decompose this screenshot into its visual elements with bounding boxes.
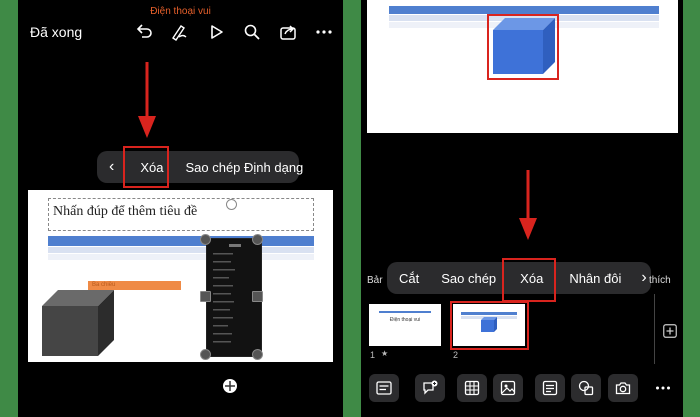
resize-handle[interactable] bbox=[200, 234, 211, 245]
done-button[interactable]: Đã xong bbox=[30, 24, 82, 40]
resize-handle[interactable] bbox=[252, 234, 263, 245]
resize-handle[interactable] bbox=[200, 349, 211, 360]
watermark: Điện thoại vui bbox=[150, 6, 211, 17]
red-arrow-icon bbox=[138, 62, 156, 138]
slide-thumbnail-1[interactable]: Điện thoại vui bbox=[369, 304, 441, 346]
orange-label: Ba chiều bbox=[88, 281, 181, 290]
cube-shape[interactable] bbox=[42, 290, 114, 358]
move-handle-icon[interactable] bbox=[222, 378, 238, 394]
share-icon[interactable] bbox=[278, 22, 298, 42]
shapes-icon[interactable] bbox=[571, 374, 601, 402]
highlight-box bbox=[487, 14, 559, 80]
more-icon[interactable] bbox=[655, 382, 671, 394]
plus-icon[interactable] bbox=[663, 324, 677, 338]
table-icon[interactable] bbox=[457, 374, 487, 402]
table-row bbox=[48, 247, 314, 253]
slide-canvas[interactable]: Nhấn đúp để thêm tiêu đề Ba chiều bbox=[28, 190, 333, 362]
menu-item-cut[interactable]: Cắt bbox=[387, 271, 431, 286]
table-header bbox=[48, 236, 314, 246]
layout-icon[interactable] bbox=[369, 374, 399, 402]
thumb-title: Điện thoại vui bbox=[389, 317, 421, 323]
menu-item-duplicate[interactable]: Nhân đôi bbox=[557, 271, 633, 286]
comment-add-icon[interactable] bbox=[415, 374, 445, 402]
pen-icon[interactable] bbox=[169, 22, 189, 42]
menu-item-copy[interactable]: Sao chép bbox=[431, 271, 506, 286]
resize-handle[interactable] bbox=[252, 349, 263, 360]
highlight-box bbox=[502, 258, 556, 302]
table-header bbox=[389, 6, 659, 14]
bottom-toolbar bbox=[361, 368, 683, 408]
highlight-box bbox=[450, 301, 529, 350]
play-icon[interactable] bbox=[206, 22, 226, 42]
search-icon[interactable] bbox=[242, 22, 262, 42]
thumb-number: 1 bbox=[370, 350, 376, 360]
undo-icon[interactable] bbox=[134, 22, 154, 42]
highlight-box bbox=[123, 146, 169, 188]
menu-back-button[interactable]: ‹ bbox=[97, 158, 126, 176]
thumb-bar bbox=[379, 311, 431, 313]
divider bbox=[654, 294, 655, 364]
right-screenshot: Bảr Cắt Sao chép Xóa Nhân đôi › thích Đi… bbox=[361, 0, 683, 417]
menu-item-copy-style[interactable]: Sao chép Định dạng bbox=[177, 160, 311, 175]
red-arrow-icon bbox=[519, 170, 537, 240]
resize-handle[interactable] bbox=[200, 291, 211, 302]
image-icon[interactable] bbox=[493, 374, 523, 402]
menu-partial-left: Bảr bbox=[367, 275, 383, 286]
resize-handle[interactable] bbox=[252, 291, 263, 302]
left-screenshot: Điện thoại vui Đã xong ‹ Xóa Sao chép Đị… bbox=[18, 0, 343, 417]
table-row bbox=[48, 254, 314, 260]
text-icon[interactable] bbox=[535, 374, 565, 402]
slide-canvas[interactable] bbox=[367, 0, 678, 133]
thumb-number: 2 bbox=[453, 350, 459, 360]
menu-partial-right: thích bbox=[649, 275, 671, 286]
title-placeholder[interactable]: Nhấn đúp để thêm tiêu đề bbox=[48, 198, 314, 231]
camera-icon[interactable] bbox=[608, 374, 638, 402]
rotate-handle-icon[interactable] bbox=[226, 199, 237, 210]
more-icon[interactable] bbox=[314, 22, 334, 42]
star-icon: ★ bbox=[381, 349, 389, 358]
